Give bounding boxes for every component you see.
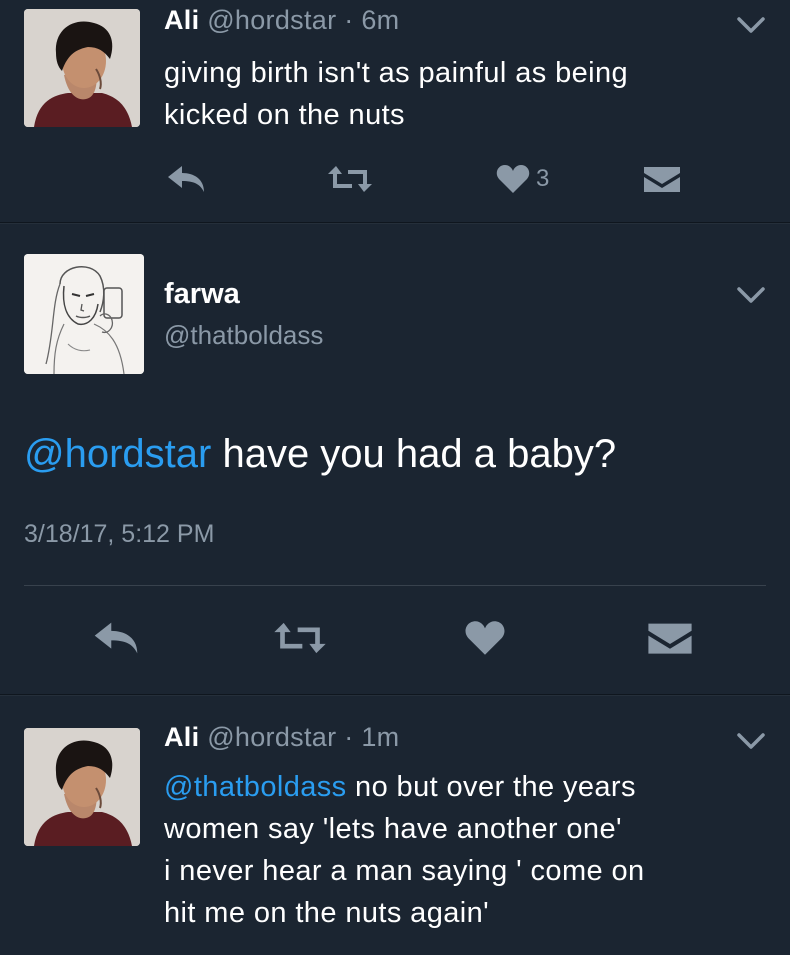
tweet1-text: giving birth isn't as painful as being k… [164,52,628,136]
tweet2-text-body: have you had a baby? [211,432,617,476]
tweet3-text-line: @thatboldass no but over the years [164,766,645,808]
tweet2-divider-edge [0,695,790,696]
tweet2-text: @hordstar have you had a baby? [24,432,616,477]
tweet1-time: 6m [361,5,400,35]
tweet2-author-name[interactable]: farwa [164,278,240,311]
tweet3-text: @thatboldass no but over the years women… [164,766,645,934]
tweet1-like-button[interactable]: 3 [496,164,549,194]
tweet3-author-name[interactable]: Ali [164,722,199,752]
reply-icon [168,166,204,192]
heart-icon [465,621,505,655]
tweet3-text-line: women say 'lets have another one' [164,813,622,845]
chevron-down-icon [737,733,765,749]
direct-message-icon [648,623,692,654]
tweet1-reply-button[interactable] [164,164,208,194]
tweet3-text-line: hit me on the nuts again' [164,897,490,929]
tweet3-more-button[interactable] [736,730,766,752]
tweet3-text-line1: no but over the years [346,771,636,803]
tweet1-text-line: kicked on the nuts [164,99,405,131]
tweet1-divider-edge [0,223,790,224]
tweet3-time: 1m [361,722,400,752]
tweet2-retweet-button[interactable] [272,620,328,656]
tweet1-like-count: 3 [536,165,550,192]
profile-photo-icon [24,9,140,127]
tweet1-more-button[interactable] [736,14,766,36]
tweet2-timestamp: 3/18/17, 5:12 PM [24,520,215,548]
direct-message-icon [644,167,680,192]
profile-photo-icon [24,728,140,846]
tweet3-author-handle[interactable]: @hordstar [207,722,336,752]
tweet2-reply-button[interactable] [90,620,142,656]
tweet2-dm-button[interactable] [646,620,694,656]
tweet2-timestamp-divider [24,585,766,586]
tweet1-author-handle[interactable]: @hordstar [207,5,336,35]
tweet1-header: Ali @hordstar · 6m [164,5,399,36]
tweet3-mention-link[interactable]: @thatboldass [164,771,347,803]
retweet-icon [328,166,372,192]
twitter-thread-screen: Ali @hordstar · 6m giving birth isn't as… [0,0,790,955]
tweet1-dm-button[interactable] [642,164,682,194]
tweet3-separator: · [344,722,354,752]
sketch-portrait-icon [24,254,144,374]
reply-icon [94,622,138,654]
tweet2-like-button[interactable] [464,620,506,656]
tweet2-mention-link[interactable]: @hordstar [24,432,211,476]
retweet-icon [274,622,326,654]
avatar-ali[interactable] [24,9,140,127]
avatar-ali-reply[interactable] [24,728,140,846]
heart-icon [496,165,530,193]
tweet3-text-line: i never hear a man saying ' come on [164,855,645,887]
chevron-down-icon [737,287,765,303]
tweet1-separator: · [344,5,354,35]
avatar-farwa[interactable] [24,254,144,374]
tweet1-retweet-button[interactable] [326,164,374,194]
tweet3-header: Ali @hordstar · 1m [164,722,399,753]
tweet2-author-handle[interactable]: @thatboldass [164,320,323,351]
tweet2-more-button[interactable] [736,284,766,306]
tweet1-author-name[interactable]: Ali [164,5,199,35]
tweet1-text-line: giving birth isn't as painful as being [164,57,629,89]
chevron-down-icon [737,17,765,33]
